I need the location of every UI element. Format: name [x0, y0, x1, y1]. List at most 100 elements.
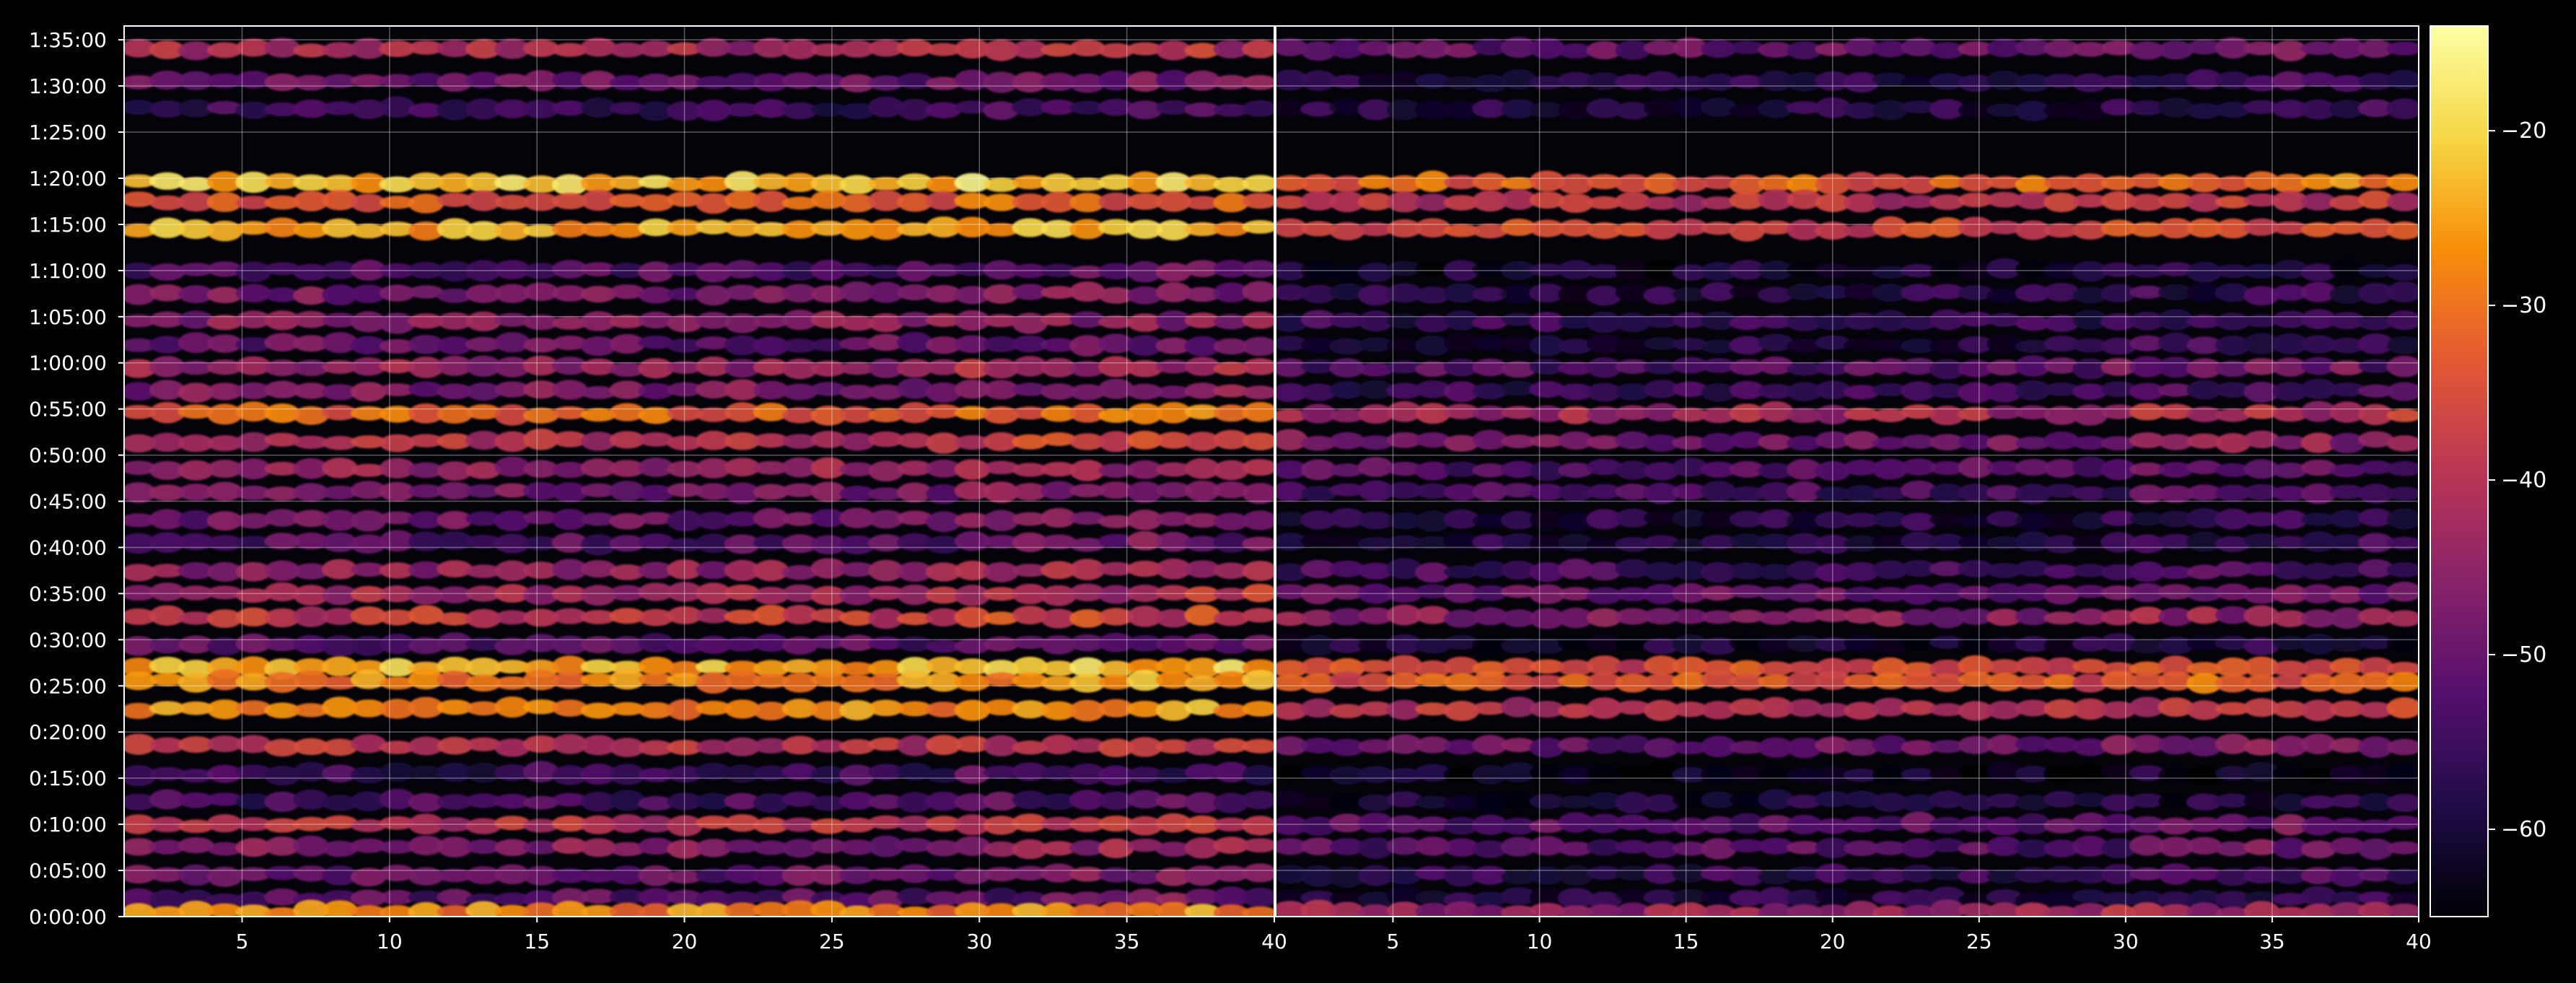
x-tick-label: 35 — [2259, 930, 2285, 953]
colorbar-tick-label: −20 — [2501, 118, 2546, 144]
colorbar: −20 −30 −40 −50 −60 — [2430, 25, 2546, 917]
heatmap-cell — [379, 96, 416, 118]
heatmap-cell — [2386, 409, 2419, 422]
heatmap-cell — [1242, 838, 1274, 853]
heatmap-cell — [235, 261, 271, 283]
colorbar-ticks: −20 −30 −40 −50 −60 — [2488, 118, 2546, 842]
x-tick-label: 20 — [672, 930, 698, 953]
x-tick-label: 35 — [1114, 930, 1140, 953]
heatmap-cell — [408, 605, 444, 625]
heatmap-cell — [2386, 41, 2419, 56]
heatmap-cell — [1242, 385, 1274, 400]
heatmap-cell — [1242, 608, 1274, 623]
y-tick-label: 0:40:00 — [29, 536, 107, 559]
heatmap-cell — [494, 510, 530, 532]
heatmap-cell — [1242, 260, 1274, 279]
x-tick-label: 25 — [1966, 930, 1992, 953]
x-tick-label: 15 — [524, 930, 550, 953]
heatmap-cell — [2386, 697, 2419, 719]
x-tick-label: 15 — [1673, 930, 1699, 953]
x-tick-label: 20 — [1820, 930, 1846, 953]
heatmap-cell — [1242, 670, 1274, 690]
heatmap-cell — [1242, 311, 1274, 329]
heatmap-cell — [1242, 220, 1274, 234]
heatmap-cell — [2386, 281, 2419, 303]
heatmap-cell — [1242, 906, 1274, 917]
heatmap-cell — [2386, 263, 2419, 281]
heatmap-cell — [2386, 69, 2419, 90]
heatmap-cell — [1242, 764, 1274, 786]
heatmap-cell — [351, 734, 387, 753]
y-tick-label: 1:20:00 — [29, 167, 107, 191]
heatmap-cell — [2386, 763, 2419, 784]
heatmap-cell — [2386, 793, 2419, 813]
x-tick-label: 10 — [377, 930, 403, 953]
heatmap-cell — [1242, 560, 1274, 582]
heatmap-cell — [2386, 460, 2419, 476]
heatmap-cell — [1242, 510, 1274, 530]
heatmap-cell — [2386, 816, 2419, 830]
y-tick-label: 1:25:00 — [29, 121, 107, 144]
heatmap-cell — [1242, 863, 1274, 883]
heatmap-cell — [1242, 193, 1274, 209]
heatmap-cell — [2386, 173, 2419, 191]
heatmap-cell — [2072, 404, 2108, 426]
x-tick-label: 30 — [2113, 930, 2139, 953]
heatmap-cell — [1184, 604, 1221, 626]
y-tick-label: 0:35:00 — [29, 582, 107, 606]
y-tick-label: 0:45:00 — [29, 490, 107, 514]
heatmap-cell — [1242, 175, 1274, 193]
x-tick-label: 40 — [2406, 930, 2432, 953]
heatmap-cell — [2386, 610, 2419, 627]
x-tick-label: 10 — [1527, 930, 1553, 953]
heatmap-cell — [2386, 356, 2419, 377]
heatmap-cell — [2386, 336, 2419, 354]
heatmap-cell — [2157, 97, 2194, 118]
heatmap-cell — [2386, 382, 2419, 401]
heatmap-cell — [149, 172, 185, 190]
heatmap-cell — [1701, 97, 1737, 118]
heatmap-cell — [1098, 838, 1134, 859]
heatmap-cell — [2386, 562, 2419, 578]
y-tick-label: 0:15:00 — [29, 766, 107, 790]
colorbar-tick-label: −50 — [2501, 642, 2546, 668]
heatmap-cell — [1242, 790, 1274, 810]
heatmap-cell — [2072, 100, 2108, 121]
y-tick-label: 0:50:00 — [29, 444, 107, 468]
heatmap-cell — [1758, 401, 1794, 422]
heatmap-cell — [2300, 903, 2336, 917]
heatmap-chart: 0:00:00 0:05:00 0:10:00 0:15:00 0:20:00 0:25:… — [29, 25, 2546, 953]
heatmap-cell — [1276, 429, 1308, 451]
x-axis-left: 5 10 15 20 25 30 35 40 — [236, 917, 1287, 953]
heatmap-cell — [1155, 700, 1192, 721]
heatmap-cell — [2386, 841, 2419, 855]
heatmap-cell — [1844, 71, 1880, 93]
y-tick-label: 1:00:00 — [29, 351, 107, 375]
heatmap-cell — [2243, 901, 2279, 917]
heatmap-cell — [2329, 432, 2365, 454]
heatmap-cell — [1012, 313, 1048, 334]
heatmap-cell — [1386, 791, 1422, 808]
heatmap-cell — [351, 510, 387, 532]
heatmap-cell — [1758, 356, 1794, 375]
heatmap-cell — [552, 380, 588, 400]
heatmap-panel-right — [1276, 26, 2419, 917]
y-tick-label: 0:00:00 — [29, 905, 107, 929]
colorbar-tick-label: −40 — [2501, 468, 2546, 493]
heatmap-cell — [1844, 431, 1880, 450]
heatmap-cell — [2386, 435, 2419, 452]
x-tick-label: 25 — [819, 930, 845, 953]
x-tick-label: 5 — [1387, 930, 1400, 953]
heatmap-cell — [638, 633, 674, 653]
y-tick-label: 1:30:00 — [29, 74, 107, 98]
heatmap-cell — [1701, 838, 1737, 860]
heatmap-panel-left — [124, 26, 1274, 917]
heatmap-cell — [2386, 192, 2419, 211]
y-tick-label: 1:35:00 — [29, 28, 107, 52]
heatmap-cell — [2386, 310, 2419, 331]
y-tick-label: 0:20:00 — [29, 720, 107, 744]
y-tick-label: 0:10:00 — [29, 813, 107, 836]
heatmap-cell — [437, 888, 473, 906]
heatmap-cell — [1242, 40, 1274, 58]
heatmap-cell — [2386, 581, 2419, 602]
